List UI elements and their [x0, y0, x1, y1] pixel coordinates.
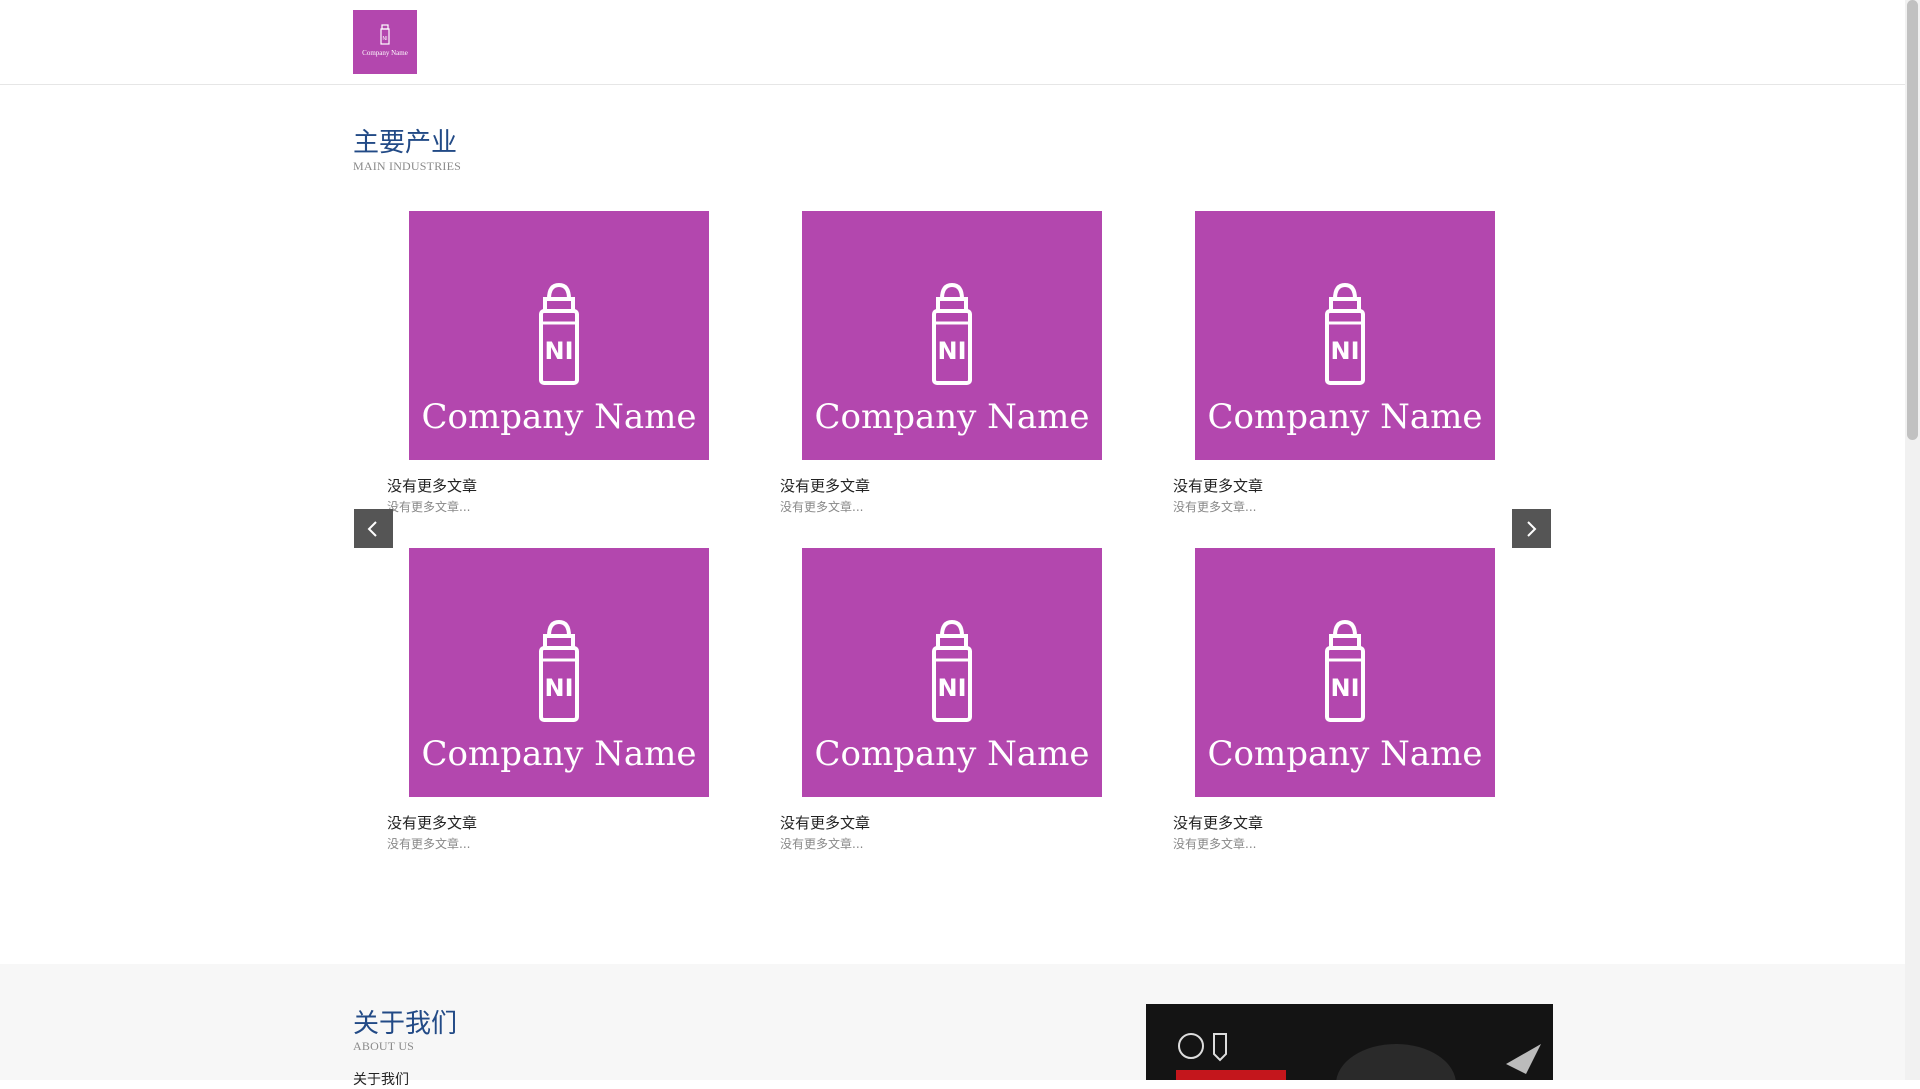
bottle-icon: NI [1325, 283, 1365, 385]
about-title: 关于我们 [353, 1009, 458, 1039]
bottle-icon: NI [539, 620, 579, 722]
industry-card-image[interactable]: NI Company Name [802, 548, 1102, 797]
industry-card-title[interactable]: 没有更多文章 [387, 812, 477, 833]
industry-card-title[interactable]: 没有更多文章 [1173, 812, 1263, 833]
industry-card-image-text: Company Name [421, 734, 697, 774]
svg-text:NI: NI [937, 337, 966, 365]
page: NI Company Name 主要产业 MAIN INDUSTRIES NI C… [0, 0, 1905, 1088]
industry-card-title[interactable]: 没有更多文章 [780, 475, 870, 496]
about-section [0, 964, 1905, 1080]
industries-title: 主要产业 [353, 128, 458, 158]
industries-subtitle: MAIN INDUSTRIES [353, 159, 461, 173]
bottle-icon: NI [932, 283, 972, 385]
industry-card-desc: 没有更多文章... [780, 837, 864, 851]
logo-text: Company Name [362, 49, 408, 57]
chevron-left-icon [367, 521, 377, 537]
bottle-icon: NI [932, 620, 972, 722]
chevron-right-icon [1527, 521, 1537, 537]
industry-card-desc: 没有更多文章... [387, 837, 471, 851]
svg-text:NI: NI [383, 36, 388, 42]
svg-text:NI: NI [544, 337, 573, 365]
industry-card-title[interactable]: 没有更多文章 [387, 475, 477, 496]
industry-card-title[interactable]: 没有更多文章 [1173, 475, 1263, 496]
scrollbar-thumb[interactable] [1907, 0, 1918, 440]
about-image [1146, 1004, 1553, 1080]
company-logo[interactable]: NI Company Name [353, 10, 417, 74]
svg-text:NI: NI [1330, 674, 1359, 702]
site-header: NI Company Name [0, 0, 1905, 85]
industry-card-image[interactable]: NI Company Name [409, 211, 709, 460]
carousel-prev-button[interactable] [354, 509, 393, 548]
industry-card-desc: 没有更多文章... [387, 500, 471, 514]
industry-card-image-text: Company Name [814, 397, 1090, 437]
about-subtitle: ABOUT US [353, 1039, 415, 1053]
industry-card-image[interactable]: NI Company Name [802, 211, 1102, 460]
industry-card-image-text: Company Name [1207, 397, 1483, 437]
industry-card-image-text: Company Name [814, 734, 1090, 774]
industry-card-image[interactable]: NI Company Name [1195, 211, 1495, 460]
industry-card-desc: 没有更多文章... [1173, 500, 1257, 514]
carousel-next-button[interactable] [1512, 509, 1551, 548]
industry-card-desc: 没有更多文章... [780, 500, 864, 514]
svg-text:NI: NI [937, 674, 966, 702]
industry-card-image[interactable]: NI Company Name [409, 548, 709, 797]
industry-card-image-text: Company Name [421, 397, 697, 437]
industry-card-image-text: Company Name [1207, 734, 1483, 774]
industry-card-title[interactable]: 没有更多文章 [780, 812, 870, 833]
bottle-icon: NI [380, 24, 390, 45]
svg-text:NI: NI [544, 674, 573, 702]
bottle-icon: NI [539, 283, 579, 385]
bottle-icon: NI [1325, 620, 1365, 722]
about-text: 关于我们 [353, 1072, 409, 1088]
industry-card-image[interactable]: NI Company Name [1195, 548, 1495, 797]
industry-card-desc: 没有更多文章... [1173, 837, 1257, 851]
svg-text:NI: NI [1330, 337, 1359, 365]
